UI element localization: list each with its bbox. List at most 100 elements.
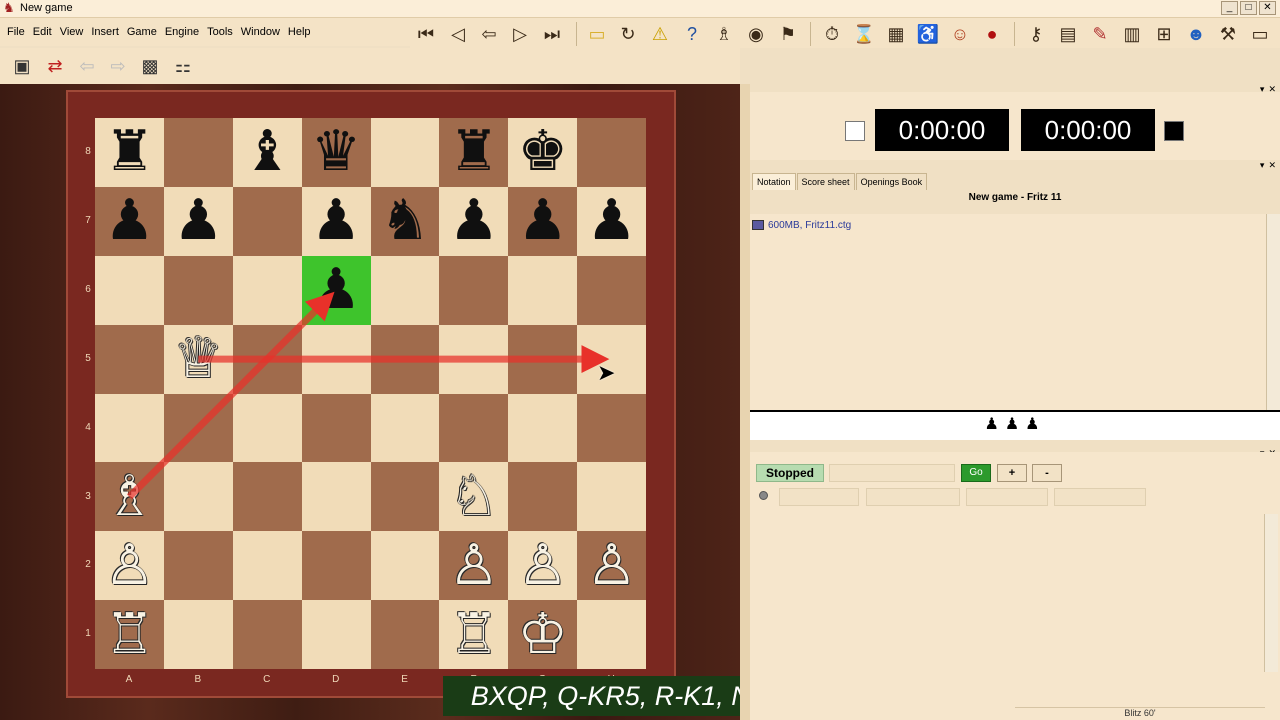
position-setup-icon[interactable]: ▩ bbox=[138, 54, 162, 78]
piece-e7[interactable]: ♞ bbox=[380, 193, 430, 249]
square-f7[interactable]: ♟ bbox=[439, 186, 509, 256]
save-icon[interactable]: ▣ bbox=[10, 54, 34, 78]
chessboard[interactable]: ♜ ♝ ♛ ♜ ♚ ♟ ♟ ♟ ♞ ♟ ♟ ♟ ♟ ♕ ♗ ♘ ♙ ♙ ♙ ♙ ♖ ♖ ♔ bbox=[95, 118, 646, 669]
menu-file[interactable]: File bbox=[7, 26, 25, 38]
square-c5[interactable] bbox=[232, 324, 302, 394]
square-d3[interactable] bbox=[301, 462, 371, 532]
tab-openings-book[interactable]: Openings Book bbox=[855, 173, 928, 190]
square-b8[interactable] bbox=[163, 118, 233, 187]
piece-g2[interactable]: ♙ bbox=[518, 537, 568, 594]
piece-g8[interactable]: ♚ bbox=[518, 124, 568, 180]
square-h4[interactable] bbox=[577, 393, 646, 463]
piece-d6[interactable]: ♟ bbox=[311, 262, 361, 318]
square-h2[interactable]: ♙ bbox=[577, 531, 646, 601]
piece-d7[interactable]: ♟ bbox=[311, 193, 361, 249]
forward-icon[interactable]: ▷ bbox=[508, 22, 532, 46]
square-g8[interactable]: ♚ bbox=[508, 118, 578, 187]
square-b6[interactable] bbox=[163, 255, 233, 325]
square-c7[interactable] bbox=[232, 186, 302, 256]
piece-b7[interactable]: ♟ bbox=[173, 193, 223, 249]
prev-page-icon[interactable]: ⇦ bbox=[75, 54, 99, 78]
square-g5[interactable] bbox=[508, 324, 578, 394]
menu-game[interactable]: Game bbox=[127, 26, 157, 38]
square-a5[interactable] bbox=[95, 324, 164, 394]
square-b1[interactable] bbox=[163, 600, 233, 669]
square-f5[interactable] bbox=[439, 324, 509, 394]
piece-a3[interactable]: ♗ bbox=[104, 468, 154, 525]
add-line-button[interactable]: + bbox=[997, 464, 1027, 482]
flip-board-icon[interactable]: ↻ bbox=[616, 22, 640, 46]
piece-f8[interactable]: ♜ bbox=[449, 124, 499, 180]
maximize-button[interactable]: □ bbox=[1240, 1, 1257, 15]
square-f4[interactable] bbox=[439, 393, 509, 463]
opening-book-entry[interactable]: 600MB, Fritz11.ctg bbox=[752, 220, 851, 231]
square-d5[interactable] bbox=[301, 324, 371, 394]
square-b2[interactable] bbox=[163, 531, 233, 601]
square-d6[interactable]: ♟ bbox=[301, 255, 371, 325]
square-b3[interactable] bbox=[163, 462, 233, 532]
piece-f7[interactable]: ♟ bbox=[449, 193, 499, 249]
stopwatch-icon[interactable]: ⏱ bbox=[820, 22, 844, 46]
square-c8[interactable]: ♝ bbox=[232, 118, 302, 187]
square-g1[interactable]: ♔ bbox=[508, 600, 578, 669]
hint-icon[interactable]: ? bbox=[680, 22, 704, 46]
menu-edit[interactable]: Edit bbox=[33, 26, 52, 38]
square-e5[interactable] bbox=[370, 324, 440, 394]
panel-close-icon[interactable]: ✕ bbox=[1268, 160, 1276, 170]
key-icon[interactable]: ⚷ bbox=[1024, 22, 1048, 46]
menu-window[interactable]: Window bbox=[241, 26, 280, 38]
piece-h2[interactable]: ♙ bbox=[586, 537, 636, 594]
square-g7[interactable]: ♟ bbox=[508, 186, 578, 256]
square-e2[interactable] bbox=[370, 531, 440, 601]
engine-scrollbar[interactable] bbox=[1264, 514, 1278, 672]
square-h8[interactable] bbox=[577, 118, 646, 187]
menu-engine[interactable]: Engine bbox=[165, 26, 199, 38]
square-d7[interactable]: ♟ bbox=[301, 186, 371, 256]
minimize-button[interactable]: _ bbox=[1221, 1, 1238, 15]
swap-icon[interactable]: ⇄ bbox=[43, 54, 67, 78]
square-e4[interactable] bbox=[370, 393, 440, 463]
square-g4[interactable] bbox=[508, 393, 578, 463]
next-page-icon[interactable]: ⇨ bbox=[106, 54, 130, 78]
piece-h7[interactable]: ♟ bbox=[586, 193, 636, 249]
piece-f1[interactable]: ♖ bbox=[449, 606, 499, 663]
square-h1[interactable] bbox=[577, 600, 646, 669]
square-e7[interactable]: ♞ bbox=[370, 186, 440, 256]
square-b4[interactable] bbox=[163, 393, 233, 463]
square-g3[interactable] bbox=[508, 462, 578, 532]
hourglass-icon[interactable]: ⌛ bbox=[852, 22, 876, 46]
piece-g1[interactable]: ♔ bbox=[518, 606, 568, 663]
square-c3[interactable] bbox=[232, 462, 302, 532]
flag-icon[interactable]: ⚑ bbox=[776, 22, 800, 46]
square-f6[interactable] bbox=[439, 255, 509, 325]
square-a6[interactable] bbox=[95, 255, 164, 325]
board-icon[interactable]: ▦ bbox=[884, 22, 908, 46]
user-icon[interactable]: ☻ bbox=[1184, 22, 1208, 46]
piece-a1[interactable]: ♖ bbox=[104, 606, 154, 663]
remove-line-button[interactable]: - bbox=[1032, 464, 1062, 482]
analysis-icon[interactable]: ♗ bbox=[712, 22, 736, 46]
panel-dropdown-icon[interactable]: ▾ bbox=[1260, 160, 1265, 170]
notation-scrollbar[interactable] bbox=[1266, 214, 1280, 410]
square-h3[interactable] bbox=[577, 462, 646, 532]
splitter[interactable] bbox=[740, 84, 750, 720]
square-a2[interactable]: ♙ bbox=[95, 531, 164, 601]
square-g6[interactable] bbox=[508, 255, 578, 325]
square-d2[interactable] bbox=[301, 531, 371, 601]
square-d1[interactable] bbox=[301, 600, 371, 669]
square-a3[interactable]: ♗ bbox=[95, 462, 164, 532]
friend-mode-icon[interactable]: ☺ bbox=[948, 22, 972, 46]
square-a1[interactable]: ♖ bbox=[95, 600, 164, 669]
square-d8[interactable]: ♛ bbox=[301, 118, 371, 187]
tools-icon[interactable]: ⚒ bbox=[1216, 22, 1240, 46]
layout-icon[interactable]: ⊞ bbox=[1152, 22, 1176, 46]
database-icon[interactable]: ▥ bbox=[1120, 22, 1144, 46]
square-e3[interactable] bbox=[370, 462, 440, 532]
square-c2[interactable] bbox=[232, 531, 302, 601]
square-a4[interactable] bbox=[95, 393, 164, 463]
warning-icon[interactable]: ⚠ bbox=[648, 22, 672, 46]
square-d4[interactable] bbox=[301, 393, 371, 463]
square-e1[interactable] bbox=[370, 600, 440, 669]
last-move-icon[interactable]: ⏭ bbox=[540, 22, 564, 46]
close-button[interactable]: ✕ bbox=[1259, 1, 1276, 15]
